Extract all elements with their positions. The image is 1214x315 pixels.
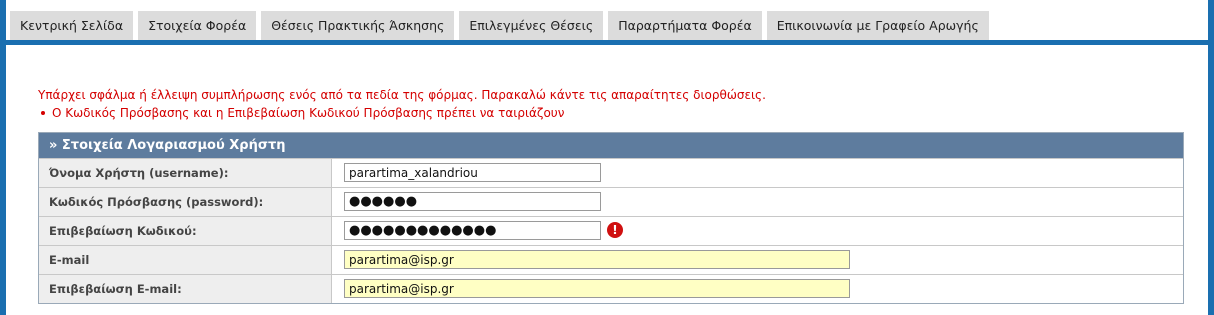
tab-helpdesk-contact[interactable]: Επικοινωνία με Γραφείο Αρωγής	[766, 11, 989, 40]
tab-organization-details[interactable]: Στοιχεία Φορέα	[138, 11, 257, 40]
username-label: Όνομα Χρήστη (username):	[39, 159, 332, 187]
main-content: Υπάρχει σφάλμα ή έλλειψη συμπλήρωσης ενό…	[6, 45, 1208, 315]
password-row: Κωδικός Πρόσβασης (password):	[39, 187, 1183, 216]
confirm-password-input[interactable]	[344, 221, 601, 240]
confirm-email-input[interactable]	[344, 279, 850, 298]
exclamation-circle-icon: !	[607, 222, 623, 238]
tab-list: Κεντρική Σελίδα Στοιχεία Φορέα Θέσεις Πρ…	[10, 11, 994, 40]
email-cell	[332, 246, 1183, 274]
confirm-password-label: Επιβεβαίωση Κωδικού:	[39, 217, 332, 245]
error-item-password-mismatch: Ο Κωδικός Πρόσβασης και η Επιβεβαίωση Κω…	[38, 105, 766, 121]
confirm-email-label: Επιβεβαίωση E-mail:	[39, 275, 332, 303]
username-input[interactable]	[344, 163, 601, 182]
form-error-summary: Υπάρχει σφάλμα ή έλλειψη συμπλήρωσης ενό…	[38, 87, 766, 121]
password-input[interactable]	[344, 192, 601, 211]
tab-internship-positions[interactable]: Θέσεις Πρακτικής Άσκησης	[261, 11, 455, 40]
email-label: E-mail	[39, 246, 332, 274]
error-list: Ο Κωδικός Πρόσβασης και η Επιβεβαίωση Κω…	[38, 105, 766, 121]
email-input[interactable]	[344, 250, 850, 269]
tab-home[interactable]: Κεντρική Σελίδα	[10, 11, 134, 40]
tab-selected-positions[interactable]: Επιλεγμένες Θέσεις	[459, 11, 604, 40]
confirm-email-row: Επιβεβαίωση E-mail:	[39, 274, 1183, 303]
password-cell	[332, 188, 1183, 216]
password-label: Κωδικός Πρόσβασης (password):	[39, 188, 332, 216]
error-message: Υπάρχει σφάλμα ή έλλειψη συμπλήρωσης ενό…	[38, 88, 766, 102]
confirm-email-cell	[332, 275, 1183, 303]
panel-title: » Στοιχεία Λογαριασμού Χρήστη	[39, 133, 1183, 158]
tab-bar: Κεντρική Σελίδα Στοιχεία Φορέα Θέσεις Πρ…	[6, 0, 1208, 40]
username-cell	[332, 159, 1183, 187]
confirm-password-row: Επιβεβαίωση Κωδικού: !	[39, 216, 1183, 245]
window-frame-right	[1208, 0, 1214, 315]
email-row: E-mail	[39, 245, 1183, 274]
username-row: Όνομα Χρήστη (username):	[39, 158, 1183, 187]
confirm-password-cell: !	[332, 217, 1183, 245]
tab-organization-branches[interactable]: Παραρτήματα Φορέα	[608, 11, 762, 40]
user-account-panel: » Στοιχεία Λογαριασμού Χρήστη Όνομα Χρήσ…	[38, 132, 1184, 304]
